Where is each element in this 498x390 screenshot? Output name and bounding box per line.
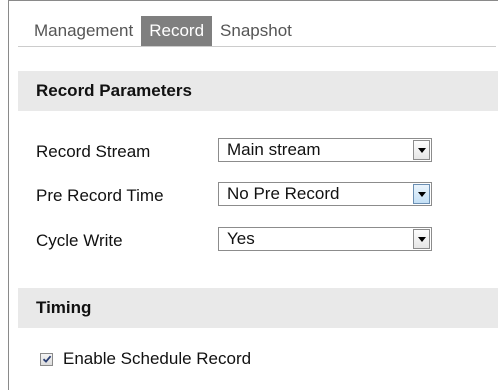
tab-management[interactable]: Management [26,16,141,46]
chevron-down-icon[interactable] [413,184,430,204]
pre-record-time-select[interactable]: No Pre Record [218,182,432,206]
pre-record-time-value: No Pre Record [227,184,340,203]
section-header-record-parameters: Record Parameters [18,71,498,111]
record-stream-select[interactable]: Main stream [218,138,432,162]
enable-schedule-record-label: Enable Schedule Record [63,349,252,368]
tab-bar: Management Record Snapshot [26,16,300,46]
cycle-write-select[interactable]: Yes [218,227,432,251]
pre-record-time-label: Pre Record Time [36,186,164,205]
record-stream-value: Main stream [227,140,321,159]
record-stream-label: Record Stream [36,142,151,161]
section-header-timing: Timing [18,288,498,328]
chevron-down-icon[interactable] [413,140,430,160]
cycle-write-value: Yes [227,229,255,248]
enable-schedule-record-option[interactable]: Enable Schedule Record [40,349,251,369]
tab-snapshot[interactable]: Snapshot [212,16,300,46]
checkmark-icon [42,355,51,363]
tab-record[interactable]: Record [141,16,213,46]
tab-divider [18,46,496,47]
chevron-down-icon[interactable] [413,229,430,249]
enable-schedule-record-checkbox[interactable] [40,352,53,366]
cycle-write-label: Cycle Write [36,231,123,250]
